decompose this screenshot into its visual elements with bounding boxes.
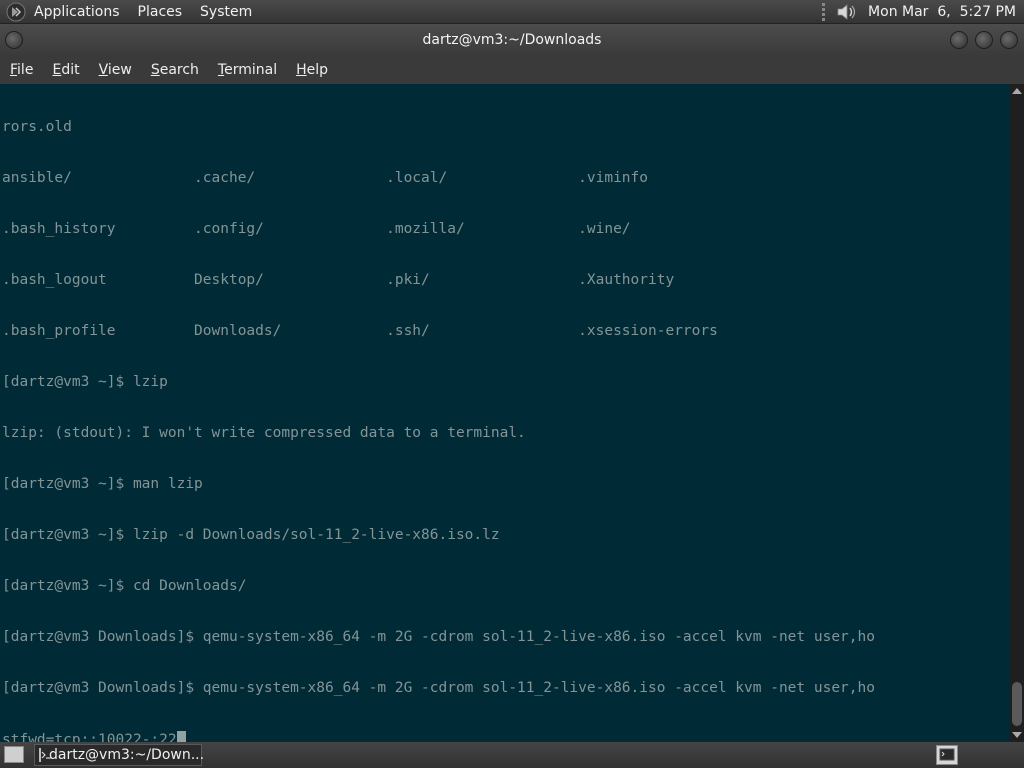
terminal-line: lzip: (stdout): I won't write compressed… bbox=[2, 425, 526, 441]
terminal-line: [dartz@vm3 ~]$ cd Downloads/ bbox=[2, 578, 247, 594]
show-desktop-icon[interactable] bbox=[4, 746, 24, 763]
workspace-switcher-icon[interactable] bbox=[936, 745, 958, 765]
minimize-icon[interactable] bbox=[950, 31, 968, 49]
terminal-line: .bash_profile Downloads/ .ssh/ .xsession… bbox=[2, 323, 718, 339]
terminal-scrollbar[interactable] bbox=[1010, 84, 1024, 742]
menu-search[interactable]: Search bbox=[151, 62, 199, 78]
terminal-line: ansible/ .cache/ .local/ .viminfo bbox=[2, 170, 649, 186]
terminal-line: rors.old bbox=[2, 119, 72, 135]
top-panel: Applications Places System Mon Mar 6, 5:… bbox=[0, 0, 1024, 24]
terminal-line: [dartz@vm3 Downloads]$ qemu-system-x86_6… bbox=[2, 680, 875, 696]
menu-edit[interactable]: Edit bbox=[52, 62, 79, 78]
terminal-output[interactable]: rors.old ansible/ .cache/ .local/ .vimin… bbox=[0, 84, 1010, 742]
taskbar-terminal-button[interactable]: dartz@vm3:~/Down... bbox=[34, 744, 205, 766]
bottom-panel: dartz@vm3:~/Down... bbox=[0, 742, 1024, 768]
panel-menus: Applications Places System bbox=[6, 0, 270, 24]
window-titlebar[interactable]: dartz@vm3:~/Downloads bbox=[0, 24, 1024, 56]
maximize-icon[interactable] bbox=[975, 31, 993, 49]
terminal-line-text: stfwd=tcp::10022-:22 bbox=[2, 732, 177, 742]
terminal-current-line: stfwd=tcp::10022-:22 bbox=[2, 731, 875, 742]
scrollbar-thumb[interactable] bbox=[1012, 682, 1022, 726]
terminal-cursor bbox=[176, 731, 186, 742]
clock[interactable]: Mon Mar 6, 5:27 PM bbox=[868, 4, 1016, 20]
volume-icon[interactable] bbox=[836, 3, 858, 21]
terminal-line: [dartz@vm3 Downloads]$ qemu-system-x86_6… bbox=[2, 629, 875, 645]
menu-view[interactable]: View bbox=[99, 62, 132, 78]
terminal-icon bbox=[39, 748, 51, 762]
scroll-down-icon[interactable] bbox=[1012, 732, 1022, 738]
panel-handle-icon[interactable] bbox=[822, 3, 826, 21]
menu-help[interactable]: Help bbox=[296, 62, 328, 78]
menu-terminal[interactable]: Terminal bbox=[218, 62, 277, 78]
terminal-line: [dartz@vm3 ~]$ man lzip bbox=[2, 476, 203, 492]
terminal-line: [dartz@vm3 ~]$ lzip bbox=[2, 374, 168, 390]
taskbar-task-label: dartz@vm3:~/Down... bbox=[49, 747, 205, 763]
menu-file[interactable]: File bbox=[10, 62, 33, 78]
system-menu[interactable]: System bbox=[200, 4, 252, 20]
terminal-line: .bash_history .config/ .mozilla/ .wine/ bbox=[2, 221, 631, 237]
window-title: dartz@vm3:~/Downloads bbox=[422, 32, 602, 48]
applications-menu[interactable]: Applications bbox=[34, 4, 120, 20]
menubar: File Edit View Search Terminal Help bbox=[0, 56, 1024, 84]
panel-right: Mon Mar 6, 5:27 PM bbox=[822, 0, 1016, 24]
gnome-foot-icon[interactable] bbox=[6, 2, 26, 22]
scroll-up-icon[interactable] bbox=[1012, 88, 1022, 94]
window-menu-icon[interactable] bbox=[5, 31, 23, 49]
terminal-line: [dartz@vm3 ~]$ lzip -d Downloads/sol-11_… bbox=[2, 527, 500, 543]
close-icon[interactable] bbox=[1000, 31, 1018, 49]
places-menu[interactable]: Places bbox=[138, 4, 183, 20]
terminal-lines: rors.old ansible/ .cache/ .local/ .vimin… bbox=[2, 85, 875, 742]
terminal-line: .bash_logout Desktop/ .pki/ .Xauthority bbox=[2, 272, 675, 288]
